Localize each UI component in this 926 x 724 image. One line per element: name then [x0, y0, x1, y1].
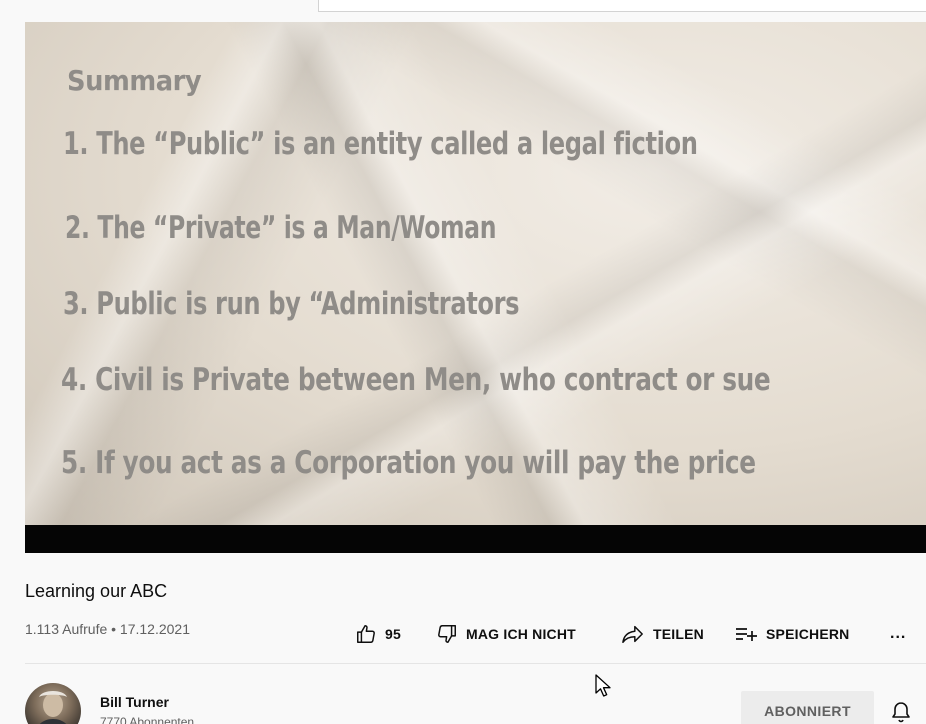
- video-meta: 1.113 Aufrufe • 17.12.2021: [25, 621, 190, 637]
- video-title: Learning our ABC: [25, 581, 168, 601]
- video-player[interactable]: Summary 1. The “Public” is an entity cal…: [25, 22, 926, 553]
- thumbs-up-icon: [355, 623, 377, 645]
- section-divider: [25, 663, 926, 664]
- mouse-pointer-icon: [594, 674, 612, 698]
- top-bar: [0, 0, 926, 22]
- slide-point-2: 2. The “Private” is a Man/Woman: [65, 210, 497, 246]
- thumbs-down-icon: [436, 623, 458, 645]
- more-icon: ...: [890, 625, 907, 642]
- subscribe-button[interactable]: ABONNIERT: [741, 691, 874, 724]
- more-actions-button[interactable]: ...: [890, 622, 906, 646]
- channel-name[interactable]: Bill Turner: [100, 694, 169, 710]
- share-arrow-icon: [621, 623, 645, 645]
- dislike-button[interactable]: MAG ICH NICHT: [436, 622, 576, 646]
- channel-avatar[interactable]: [25, 683, 81, 724]
- slide-title: Summary: [67, 64, 202, 97]
- slide-point-4: 4. Civil is Private between Men, who con…: [61, 362, 771, 398]
- video-frame: Summary 1. The “Public” is an entity cal…: [25, 22, 926, 525]
- bell-icon[interactable]: [889, 700, 913, 724]
- save-button[interactable]: SPEICHERN: [734, 622, 849, 646]
- like-count: 95: [385, 626, 401, 642]
- share-button[interactable]: TEILEN: [621, 622, 704, 646]
- save-label: SPEICHERN: [766, 626, 850, 642]
- slide-point-1: 1. The “Public” is an entity called a le…: [63, 126, 698, 162]
- playlist-add-icon: [734, 624, 758, 644]
- dislike-label: MAG ICH NICHT: [466, 626, 576, 642]
- share-label: TEILEN: [653, 626, 704, 642]
- subscriber-count: 7770 Abonnenten: [100, 715, 195, 724]
- slide-point-5: 5. If you act as a Corporation you will …: [61, 445, 756, 481]
- top-panel-edge: [318, 0, 926, 12]
- like-button[interactable]: 95: [355, 622, 401, 646]
- slide-point-3: 3. Public is run by “Administrators: [63, 286, 520, 322]
- video-letterbox-bar: [25, 525, 926, 553]
